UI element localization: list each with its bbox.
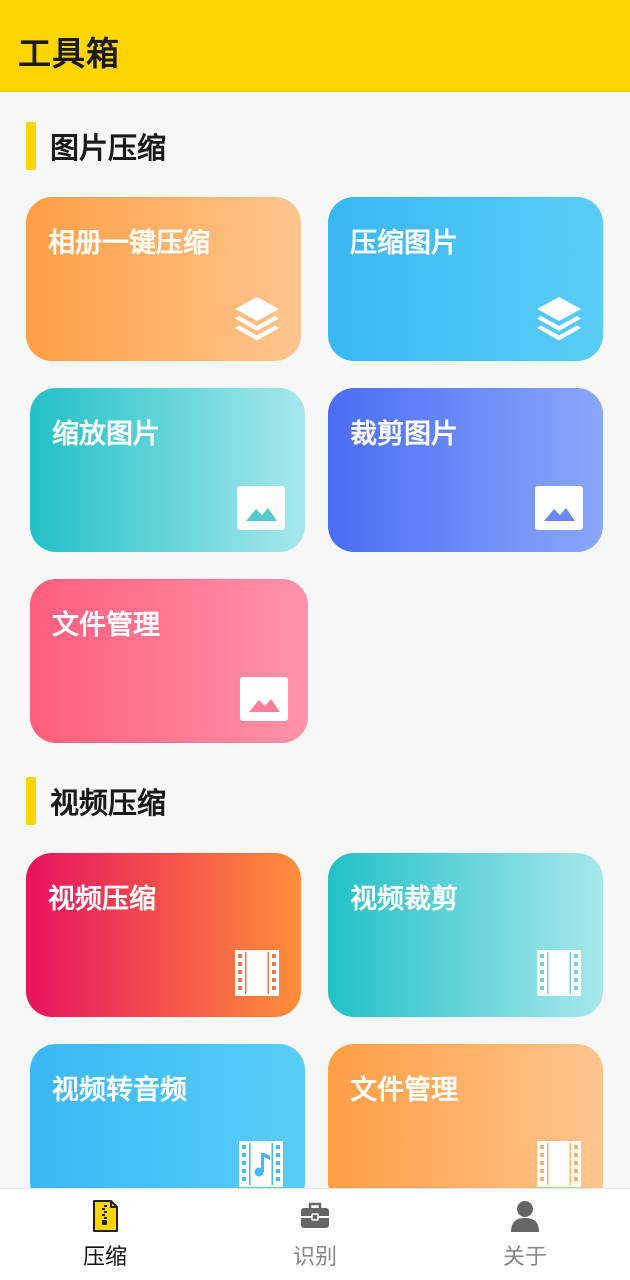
card-album-one-click-compress[interactable]: 相册一键压缩 [26, 197, 301, 361]
tab-label: 压缩 [82, 1245, 127, 1270]
person-icon [511, 1201, 539, 1232]
card-label: 视频裁剪 [350, 884, 458, 915]
section-accent-bar [26, 122, 36, 170]
section-title-image-compress: 图片压缩 [26, 122, 166, 170]
tab-about[interactable]: 关于 [445, 1189, 605, 1280]
tab-compress[interactable]: 压缩 [25, 1189, 185, 1280]
tab-recognize[interactable]: 识别 [235, 1189, 395, 1280]
app-header: 工具箱 [0, 0, 630, 92]
layers-icon [235, 297, 279, 341]
section-title-video-compress: 视频压缩 [26, 777, 166, 825]
tab-label: 识别 [292, 1245, 337, 1270]
section-accent-bar [26, 777, 36, 825]
card-label: 视频转音频 [52, 1075, 187, 1106]
bottom-tab-bar: 压缩 识别 关于 [0, 1188, 630, 1280]
card-label: 相册一键压缩 [48, 228, 210, 259]
section-title-text: 图片压缩 [50, 131, 167, 165]
film-music-icon [239, 1141, 283, 1187]
film-icon [537, 1141, 581, 1187]
card-compress-image[interactable]: 压缩图片 [328, 197, 603, 361]
section-title-text: 视频压缩 [50, 786, 167, 820]
card-file-manager-videos[interactable]: 文件管理 [328, 1044, 603, 1208]
image-icon [535, 486, 583, 530]
tab-label: 关于 [502, 1245, 547, 1270]
card-video-compress[interactable]: 视频压缩 [26, 853, 301, 1017]
zip-file-icon [93, 1200, 118, 1232]
card-scale-image[interactable]: 缩放图片 [30, 388, 305, 552]
image-icon [240, 677, 288, 721]
card-label: 裁剪图片 [350, 419, 458, 450]
film-icon [537, 950, 581, 996]
card-label: 缩放图片 [52, 419, 160, 450]
toolbox-icon [301, 1202, 329, 1228]
card-crop-image[interactable]: 裁剪图片 [328, 388, 603, 552]
image-icon [237, 486, 285, 530]
card-video-to-audio[interactable]: 视频转音频 [30, 1044, 305, 1208]
layers-icon [537, 297, 581, 341]
card-label: 压缩图片 [350, 228, 458, 259]
card-label: 文件管理 [350, 1075, 458, 1106]
page-title: 工具箱 [18, 34, 120, 73]
film-icon [235, 950, 279, 996]
card-file-manager-images[interactable]: 文件管理 [30, 579, 308, 743]
card-video-crop[interactable]: 视频裁剪 [328, 853, 603, 1017]
card-label: 视频压缩 [48, 884, 156, 915]
card-label: 文件管理 [52, 610, 160, 641]
